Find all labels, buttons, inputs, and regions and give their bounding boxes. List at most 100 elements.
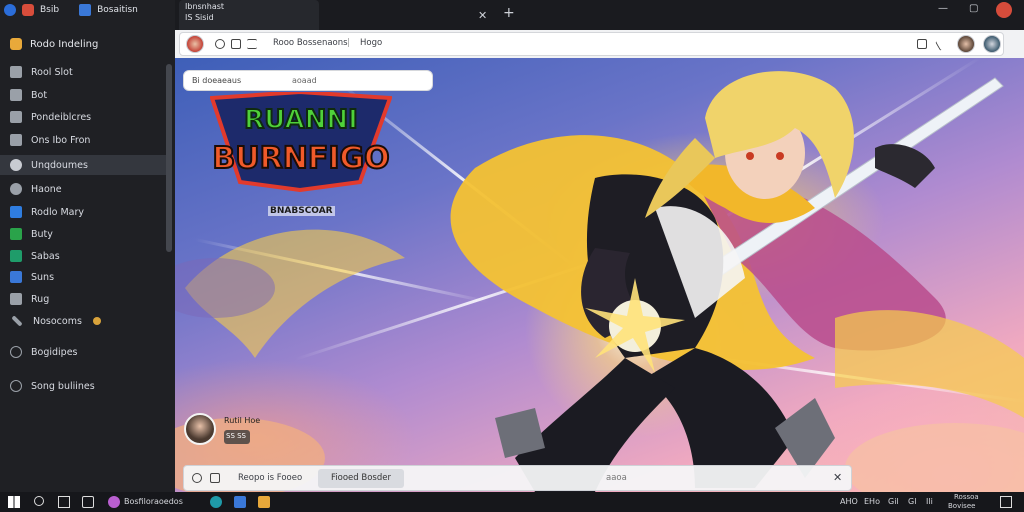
sidebar-item-label: Rool Slot xyxy=(31,66,73,78)
tray-item[interactable]: Gil xyxy=(888,497,899,506)
sidebar-item-11[interactable]: Rug xyxy=(0,289,166,309)
chat-icon xyxy=(10,159,22,171)
sidebar-top-tabs: Bsib Bosaitisn xyxy=(0,0,175,20)
sidebar-item-12[interactable]: Nosocoms xyxy=(0,311,166,331)
tab-close-icon[interactable]: ✕ xyxy=(478,9,487,22)
tray-item[interactable]: AHO xyxy=(840,497,858,506)
sidebar-scrollbar[interactable] xyxy=(166,64,172,252)
sidebar-item-label: Rodlo Mary xyxy=(31,206,85,218)
sidebar-item-6[interactable]: Haone xyxy=(0,179,166,199)
sidebar-item-label: Pondeiblcres xyxy=(31,111,92,123)
menu-icon[interactable] xyxy=(247,39,257,49)
sidebar-top-tab-2[interactable]: Bosaitisn xyxy=(97,5,138,15)
tab-title: Ibnsnhast xyxy=(185,2,225,11)
sidebar-item-label: Buty xyxy=(31,228,53,240)
taskbar-app-label[interactable]: Bosfiloraoedos xyxy=(124,497,183,506)
search-input[interactable]: Bi doeaeaus aoaad xyxy=(183,70,433,91)
address-separator: | xyxy=(347,38,350,48)
back-icon[interactable] xyxy=(4,4,16,16)
tab-bar: Ibnsnhast IS Sisid ✕ + — ▢ xyxy=(175,0,1024,30)
app-icon[interactable] xyxy=(234,496,246,508)
refresh-icon[interactable] xyxy=(215,39,225,49)
app-icon xyxy=(10,206,22,218)
sidebar: Bsib Bosaitisn Rodo Indeling Rool Slot B… xyxy=(0,0,175,492)
browser-tab[interactable]: Ibnsnhast IS Sisid xyxy=(179,0,319,30)
pin-icon xyxy=(10,183,22,195)
sidebar-item-7[interactable]: Rodlo Mary xyxy=(0,202,166,222)
screen: Bsib Bosaitisn Rodo Indeling Rool Slot B… xyxy=(0,0,1024,512)
sidebar-item-5[interactable]: Unqdoumes xyxy=(0,155,166,175)
tray-item[interactable]: EHo xyxy=(864,497,880,506)
sidebar-item-label: Bot xyxy=(31,89,48,101)
profile-icon[interactable] xyxy=(996,2,1012,18)
notification-icon[interactable] xyxy=(1000,496,1012,508)
widgets-icon[interactable] xyxy=(82,496,94,508)
logo-line-2: BURNFIGO xyxy=(212,141,389,176)
sidebar-item-label: Haone xyxy=(31,183,62,195)
flag-icon[interactable] xyxy=(210,473,220,483)
sidebar-item-14[interactable]: Song buliines xyxy=(0,376,166,396)
chat-icon[interactable] xyxy=(192,473,202,483)
tab-subtitle: IS Sisid xyxy=(185,13,214,22)
character-chip[interactable]: SS SS xyxy=(224,430,250,444)
search-icon[interactable] xyxy=(34,496,44,506)
app-icon[interactable] xyxy=(258,496,270,508)
sidebar-item-3[interactable]: Pondeiblcres xyxy=(0,107,166,127)
bottom-bar-button[interactable]: Fiooed Bosder xyxy=(318,469,404,488)
bookmark-icon[interactable] xyxy=(917,39,927,49)
sidebar-item-10[interactable]: Suns xyxy=(0,267,166,287)
browser-icon[interactable] xyxy=(210,496,222,508)
sidebar-item-label: Bogidipes xyxy=(31,346,78,358)
circle-icon xyxy=(10,380,22,392)
bottom-bar-text: Reopo is Fooeo xyxy=(238,473,303,483)
app-icon[interactable] xyxy=(22,4,34,16)
sidebar-item-4[interactable]: Ons Ibo Fron xyxy=(0,130,166,150)
sidebar-item-label: Song buliines xyxy=(31,380,95,392)
grid-icon[interactable] xyxy=(231,39,241,49)
address-text: Rooo Bossenaons xyxy=(273,38,348,48)
bottom-bar: Reopo is Fooeo Fiooed Bosder aaoa ✕ xyxy=(183,465,852,491)
character-card[interactable]: Rutil Hoe SS SS xyxy=(184,413,268,447)
address-bar: Rooo Bossenaons | Hogo xyxy=(175,30,1024,58)
app-icon xyxy=(10,38,22,50)
new-tab-icon[interactable]: + xyxy=(503,5,515,21)
sidebar-item-label: Rug xyxy=(31,293,50,305)
close-icon[interactable]: ✕ xyxy=(833,471,842,484)
avatar[interactable] xyxy=(186,35,204,53)
bottom-bar-center: aaoa xyxy=(606,473,627,483)
eye-right xyxy=(776,152,784,160)
tray-item[interactable]: Ili xyxy=(926,497,933,506)
sidebar-item-2[interactable]: Bot xyxy=(0,85,166,105)
sidebar-item-8[interactable]: Buty xyxy=(0,224,166,244)
app-icon[interactable] xyxy=(108,496,120,508)
sidebar-item-9[interactable]: Sabas xyxy=(0,246,166,266)
sidebar-item-label: Unqdoumes xyxy=(31,159,88,171)
windows-start-icon[interactable] xyxy=(8,496,20,508)
app-icon xyxy=(10,271,22,283)
sidebar-item-1[interactable]: Rool Slot xyxy=(0,62,166,82)
avatar[interactable] xyxy=(957,35,975,53)
folder-icon xyxy=(10,134,22,146)
sidebar-header[interactable]: Rodo Indeling xyxy=(0,34,170,54)
app-icon xyxy=(10,250,22,262)
ribbon-right xyxy=(835,310,1024,418)
app-icon[interactable] xyxy=(79,4,92,16)
wrench-icon xyxy=(11,315,23,327)
sidebar-item-13[interactable]: Bogidipes xyxy=(0,342,166,362)
sidebar-header-label: Rodo Indeling xyxy=(30,38,99,50)
task-view-icon[interactable] xyxy=(58,496,70,508)
sidebar-item-label: Suns xyxy=(31,271,55,283)
tray-item[interactable]: Gl xyxy=(908,497,916,506)
clock-time[interactable]: Rossoa xyxy=(954,493,979,501)
clock-date[interactable]: Bovisee xyxy=(948,502,975,510)
minimize-icon[interactable]: — xyxy=(938,3,948,14)
folder-icon xyxy=(10,89,22,101)
maximize-icon[interactable]: ▢ xyxy=(969,3,978,14)
eye-left xyxy=(746,152,754,160)
sidebar-top-tab-1[interactable]: Bsib xyxy=(40,5,59,15)
sidebar-item-label: Sabas xyxy=(31,250,60,262)
document-icon xyxy=(10,66,22,78)
cloud xyxy=(845,423,1024,492)
avatar[interactable] xyxy=(983,35,1001,53)
search-text-2: aoaad xyxy=(292,76,317,85)
